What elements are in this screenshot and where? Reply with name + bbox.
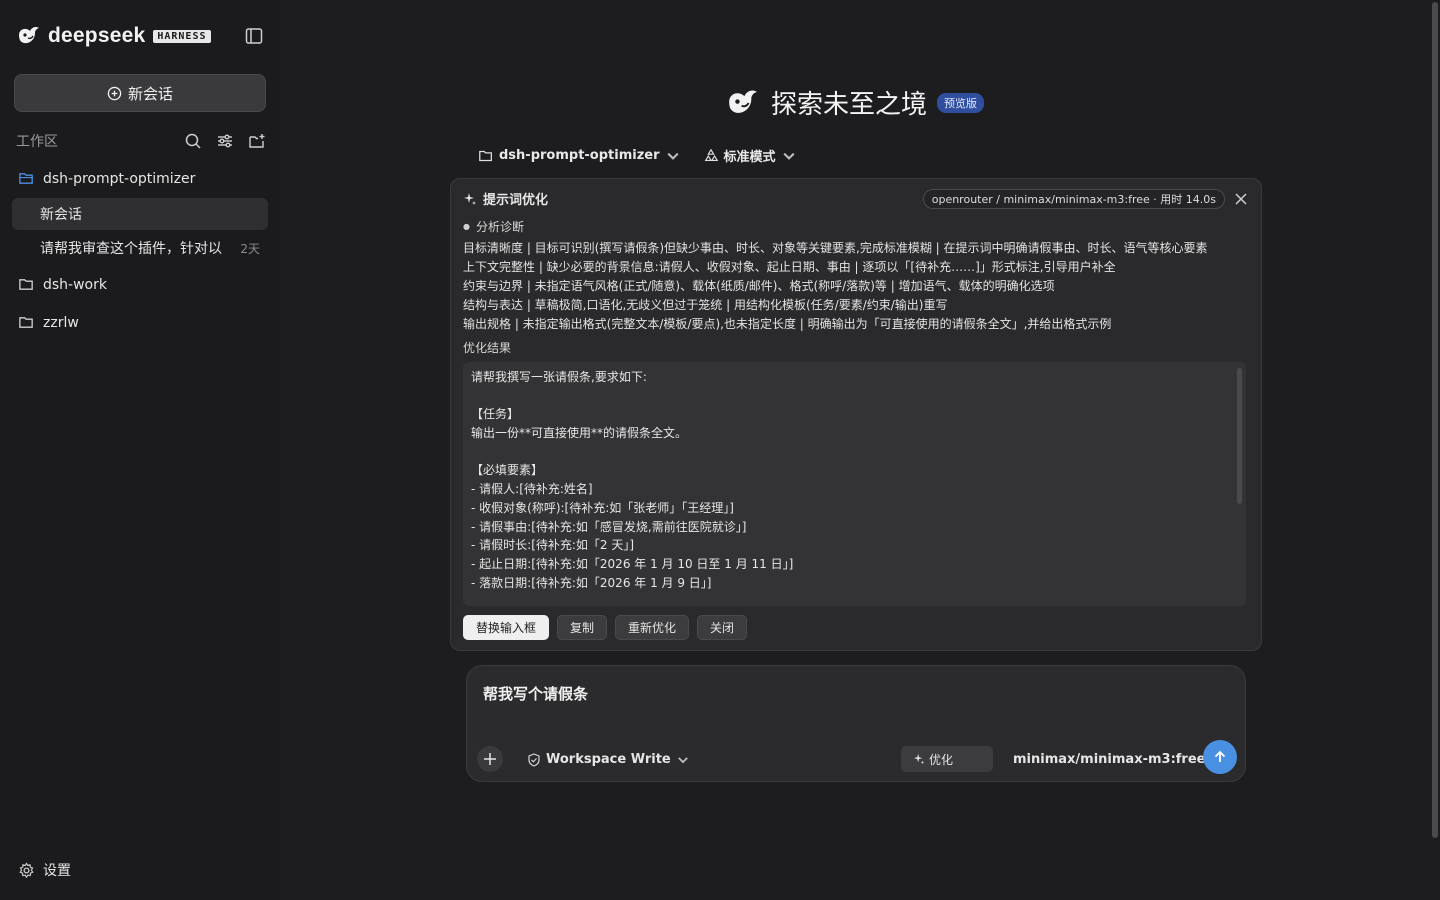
- result-line: [471, 443, 1238, 462]
- main-area: 探索未至之境 预览版 dsh-prompt-optimizer 标准模式 提示词…: [280, 0, 1430, 900]
- arrow-up-icon: [1214, 750, 1226, 762]
- filter-sliders-icon[interactable]: [216, 132, 234, 150]
- context-bar: dsh-prompt-optimizer 标准模式: [478, 146, 797, 165]
- diagnosis-list: 目标清晰度 | 目标可识别(撰写请假条)但缺少事由、时长、对象等关键要素,完成标…: [463, 239, 1253, 334]
- panel-title: 提示词优化: [483, 193, 549, 208]
- folder-icon: [479, 150, 492, 161]
- result-line: - 起止日期:[待补充:如「2026 年 1 月 10 日至 1 月 11 日」…: [471, 556, 794, 571]
- whale-logo-icon: [729, 90, 757, 113]
- session-item[interactable]: 新会话: [12, 198, 268, 230]
- diagnosis-line: 目标清晰度 | 目标可识别(撰写请假条)但缺少事由、时长、对象等关键要素,完成标…: [463, 241, 1208, 255]
- workspace-label: 工作区: [16, 134, 58, 150]
- recycle-icon: [704, 148, 718, 161]
- plus-circle-icon: [107, 86, 122, 100]
- sidebar: deepseek HARNESS 新会话 工作区 dsh-prompt-opti…: [0, 0, 280, 900]
- shield-check-icon: [528, 752, 540, 767]
- result-line: - 请假事由:[待补充:如「感冒发烧,需前往医院就诊」]: [471, 519, 747, 534]
- new-chat-button[interactable]: 新会话: [14, 74, 266, 112]
- diagnosis-line: 上下文完整性 | 缺少必要的背景信息:请假人、收假对象、起止日期、事由 | 逐项…: [463, 260, 1116, 274]
- diagnosis-line: 约束与边界 | 未指定语气风格(正式/随意)、载体(纸质/邮件)、格式(称呼/落…: [463, 279, 1055, 293]
- prompt-optimize-panel: 提示词优化 openrouter / minimax/minimax-m3:fr…: [450, 178, 1262, 651]
- brand-name: deepseek: [48, 24, 146, 47]
- permission-selector[interactable]: Workspace Write: [527, 752, 690, 767]
- close-panel-button[interactable]: 关闭: [697, 615, 748, 640]
- sidebar-toggle-icon[interactable]: [244, 26, 264, 46]
- result-line: - 收假对象(称呼):[待补充:如「张老师」「王经理」]: [471, 500, 734, 515]
- model-name: minimax/minimax-m3:free: [1013, 752, 1206, 767]
- brand: deepseek HARNESS: [16, 22, 211, 50]
- search-icon[interactable]: [184, 132, 202, 150]
- new-folder-icon[interactable]: [248, 132, 266, 150]
- copy-button[interactable]: 复制: [557, 615, 608, 640]
- preview-badge: 预览版: [937, 92, 985, 113]
- optimize-label: 优化: [929, 752, 954, 767]
- project-name: dsh-prompt-optimizer: [499, 148, 660, 163]
- composer-input[interactable]: 帮我写个请假条: [483, 683, 588, 704]
- sparkle-icon: [913, 753, 925, 765]
- session-item[interactable]: 请帮我审查这个插件，针对以 2天: [12, 232, 268, 264]
- close-icon[interactable]: [1233, 191, 1249, 207]
- session-time: 2天: [240, 241, 260, 256]
- result-line: - 请假人:[待补充:姓名]: [471, 482, 593, 497]
- settings-label: 设置: [43, 863, 71, 879]
- message-composer[interactable]: 帮我写个请假条 Workspace Write 优化 minimax/minim…: [466, 665, 1246, 782]
- result-line: [471, 387, 1238, 406]
- chevron-down-icon: [677, 756, 688, 763]
- result-line: 【任务】: [471, 407, 520, 422]
- hero: 探索未至之境 预览版: [725, 84, 985, 121]
- workspace-item-dsh-prompt-optimizer[interactable]: dsh-prompt-optimizer: [18, 170, 195, 187]
- workspace-item-dsh-work[interactable]: dsh-work: [18, 276, 107, 293]
- mode-name: 标准模式: [723, 150, 776, 165]
- page-scrollbar[interactable]: [1430, 0, 1440, 900]
- plus-icon: [484, 753, 496, 765]
- reoptimize-button[interactable]: 重新优化: [615, 615, 690, 640]
- sparkle-icon: [464, 192, 476, 205]
- whale-logo-icon: [19, 27, 39, 44]
- result-label: 优化结果: [463, 341, 512, 355]
- session-title: 请帮我审查这个插件，针对以: [40, 241, 222, 257]
- folder-icon: [19, 317, 33, 328]
- gear-icon: [19, 861, 34, 878]
- chevron-down-icon: [782, 152, 795, 160]
- model-selector[interactable]: minimax/minimax-m3:free: [1013, 752, 1221, 767]
- permission-label: Workspace Write: [546, 752, 671, 767]
- workspace-item-zzrlw[interactable]: zzrlw: [18, 314, 79, 331]
- chevron-down-icon: [666, 152, 679, 160]
- result-line: 输出一份**可直接使用**的请假条全文。: [471, 426, 688, 441]
- send-button[interactable]: [1203, 740, 1237, 774]
- settings-button[interactable]: 设置: [18, 860, 71, 880]
- workspace-header: 工作区: [16, 130, 266, 152]
- folder-icon: [19, 279, 33, 290]
- result-textbox[interactable]: 请帮我撰写一张请假条,要求如下: 【任务】 输出一份**可直接使用**的请假条全…: [463, 362, 1246, 606]
- result-line: - 请假时长:[待补充:如「2 天」]: [471, 538, 635, 553]
- hero-title: 探索未至之境: [771, 90, 928, 120]
- diagnosis-line: 输出规格 | 未指定输出格式(完整文本/模板/要点),也未指定长度 | 明确输出…: [463, 317, 1112, 331]
- mode-selector[interactable]: 标准模式: [703, 146, 797, 165]
- scrollbar-thumb[interactable]: [1432, 2, 1438, 838]
- panel-actions: 替换输入框 复制 重新优化 关闭: [463, 615, 748, 640]
- session-title: 新会话: [40, 207, 82, 223]
- replace-input-button[interactable]: 替换输入框: [463, 615, 550, 640]
- brand-badge: HARNESS: [153, 29, 211, 43]
- result-line: 请帮我撰写一张请假条,要求如下:: [471, 370, 647, 384]
- workspace-name: dsh-work: [43, 276, 107, 293]
- attach-button[interactable]: [477, 746, 503, 772]
- diagnosis-label: 分析诊断: [475, 220, 524, 234]
- optimize-button[interactable]: 优化: [901, 746, 993, 772]
- panel-header: 提示词优化: [463, 189, 548, 208]
- new-chat-label: 新会话: [127, 84, 173, 103]
- diagnosis-line: 结构与表达 | 草稿极简,口语化,无歧义但过于笼统 | 用结构化模板(任务/要素…: [463, 298, 948, 312]
- diagnosis-toggle[interactable]: ● 分析诊断: [463, 218, 524, 235]
- result-line: - 落款日期:[待补充:如「2026 年 1 月 9 日」]: [471, 575, 712, 590]
- workspace-name: dsh-prompt-optimizer: [43, 170, 196, 187]
- bullet-icon: ●: [463, 222, 470, 231]
- model-info-chip: openrouter / minimax/minimax-m3:free · 用…: [922, 189, 1225, 209]
- result-scrollbar[interactable]: [1237, 368, 1242, 504]
- result-line: 【必填要素】: [471, 463, 544, 478]
- project-selector[interactable]: dsh-prompt-optimizer: [478, 148, 681, 164]
- workspace-name: zzrlw: [43, 314, 79, 331]
- folder-open-icon: [19, 173, 34, 184]
